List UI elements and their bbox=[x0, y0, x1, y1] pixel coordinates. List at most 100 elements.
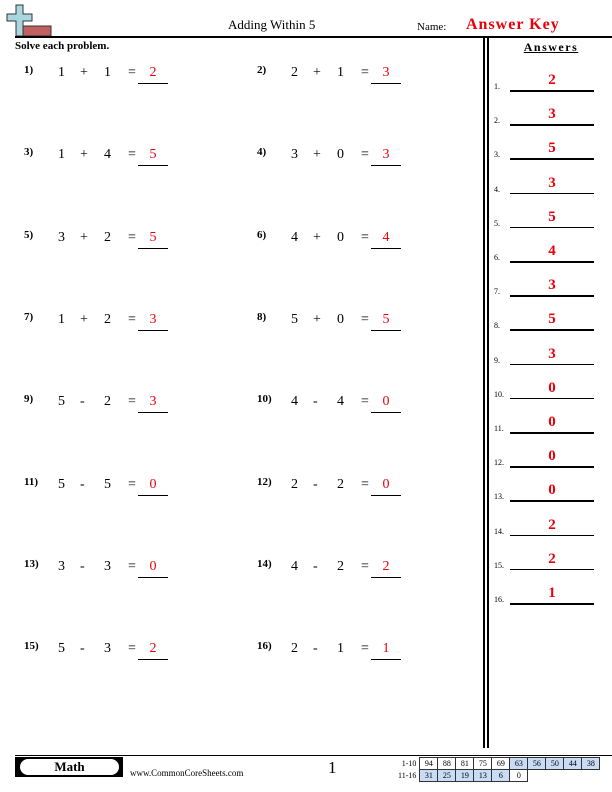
answer-key-item: 6. 4 bbox=[494, 243, 604, 267]
problem-number: 5) bbox=[24, 228, 34, 241]
answer-key-value: 4 bbox=[548, 243, 556, 259]
answer-key-number: 12. bbox=[494, 458, 504, 468]
answer-key-value: 3 bbox=[548, 277, 556, 294]
answer-key-line bbox=[510, 568, 594, 571]
operand-b: 0 bbox=[337, 311, 344, 327]
problem-number: 15) bbox=[24, 640, 39, 653]
operand-a: 4 bbox=[291, 394, 298, 410]
answer-key-line bbox=[510, 226, 594, 229]
answer-key-line bbox=[510, 534, 594, 537]
problem-answer: 2 bbox=[149, 641, 157, 657]
subject-label: Math bbox=[20, 759, 119, 775]
score-table: 1-10 94 88 81 75 69 63 56 50 44 38 11-16 31 25 19 13 6 0 bbox=[396, 757, 601, 782]
answer-key-line bbox=[510, 124, 594, 126]
score-cell: 25 bbox=[437, 769, 457, 782]
answer-key-line bbox=[510, 261, 594, 263]
problem-number: 1) bbox=[24, 64, 34, 76]
answer-key-item: 12. 0 bbox=[494, 448, 604, 472]
equals-sign: = bbox=[128, 65, 136, 80]
answer-key-number: 3. bbox=[494, 150, 500, 160]
answer-key-item: 16. 1 bbox=[494, 585, 604, 609]
answer-key-number: 8. bbox=[494, 321, 500, 331]
score-cell: 31 bbox=[419, 769, 439, 782]
operator: + bbox=[80, 311, 88, 327]
answer-key-number: 7. bbox=[494, 287, 500, 297]
score-cell: 63 bbox=[509, 757, 529, 770]
operator: - bbox=[313, 558, 318, 574]
operator: - bbox=[80, 476, 85, 492]
score-cell: 13 bbox=[473, 769, 493, 782]
operand-b: 0 bbox=[337, 229, 344, 245]
operand-a: 4 bbox=[291, 229, 298, 245]
answer-blank bbox=[371, 165, 401, 167]
operand-b: 1 bbox=[337, 641, 344, 657]
answer-key-item: 14. 2 bbox=[494, 517, 604, 541]
answer-blank bbox=[371, 83, 401, 84]
score-cell: 75 bbox=[473, 757, 493, 770]
answer-blank bbox=[138, 659, 168, 661]
answer-key-line bbox=[510, 90, 594, 92]
answer-key-line bbox=[510, 329, 594, 331]
answer-key-value: 0 bbox=[548, 379, 556, 396]
equals-sign: = bbox=[128, 476, 136, 492]
name-label: Name: bbox=[417, 21, 447, 33]
answer-key-item: 8. 5 bbox=[494, 311, 604, 335]
answer-key-value: 3 bbox=[548, 106, 556, 123]
equals-sign: = bbox=[361, 476, 369, 492]
score-cell: 38 bbox=[581, 757, 601, 770]
answer-key-number: 15. bbox=[494, 560, 504, 570]
operand-b: 4 bbox=[337, 394, 344, 410]
column-divider bbox=[483, 36, 485, 748]
answer-key-line bbox=[510, 363, 594, 366]
problem-answer: 3 bbox=[382, 147, 390, 163]
answer-blank bbox=[138, 412, 168, 414]
answer-key-item: 5. 5 bbox=[494, 209, 604, 233]
answer-key-line bbox=[510, 603, 594, 605]
operand-b: 1 bbox=[104, 65, 111, 80]
answer-key-value: 0 bbox=[548, 448, 556, 465]
answer-key-number: 10. bbox=[494, 389, 504, 399]
answer-blank bbox=[371, 329, 401, 331]
answer-key-value: 0 bbox=[548, 414, 556, 430]
answer-key-value: 2 bbox=[548, 72, 556, 88]
instructions: Solve each problem. bbox=[15, 40, 110, 52]
operand-a: 5 bbox=[58, 641, 65, 657]
problem-number: 9) bbox=[24, 393, 34, 406]
score-row-label: 11-16 bbox=[398, 770, 417, 780]
answer-key-number: 11. bbox=[494, 424, 504, 433]
problem-answer: 3 bbox=[149, 311, 157, 327]
answer-key-value: 3 bbox=[548, 174, 556, 191]
operand-b: 4 bbox=[104, 147, 111, 163]
problem-number: 7) bbox=[24, 310, 34, 323]
problem-answer: 3 bbox=[149, 394, 157, 410]
operator: + bbox=[80, 65, 88, 80]
operand-a: 5 bbox=[58, 476, 65, 492]
problem-number: 12) bbox=[257, 475, 272, 488]
answer-key-value: 5 bbox=[548, 311, 556, 328]
score-row: 11-16 31 25 19 13 6 0 bbox=[396, 769, 600, 782]
answer-key-item: 15. 2 bbox=[494, 550, 604, 575]
answer-blank bbox=[138, 494, 168, 496]
problem-number: 10) bbox=[257, 393, 272, 406]
score-cell: 6 bbox=[491, 769, 511, 782]
answer-key-item: 11. 0 bbox=[494, 414, 604, 438]
answer-key-line bbox=[510, 158, 594, 160]
answer-key-item: 7. 3 bbox=[494, 277, 604, 301]
answer-blank bbox=[138, 576, 168, 578]
equals-sign: = bbox=[128, 147, 136, 163]
operand-a: 1 bbox=[58, 147, 65, 163]
operator: - bbox=[80, 641, 85, 657]
operand-a: 5 bbox=[291, 311, 298, 327]
answer-blank bbox=[138, 329, 168, 331]
operand-b: 2 bbox=[337, 476, 344, 492]
problem-answer: 1 bbox=[382, 641, 390, 657]
site-url: www.CommonCoreSheets.com bbox=[130, 768, 244, 778]
operand-a: 2 bbox=[291, 476, 298, 492]
operator: + bbox=[313, 147, 321, 163]
problem-number: 4) bbox=[257, 146, 267, 159]
problem-answer: 0 bbox=[382, 394, 390, 410]
answer-key-item: 3. 5 bbox=[494, 140, 604, 164]
answer-key-value: 2 bbox=[548, 550, 556, 567]
score-cell: 0 bbox=[509, 769, 529, 782]
answer-key-number: 2. bbox=[494, 116, 500, 126]
